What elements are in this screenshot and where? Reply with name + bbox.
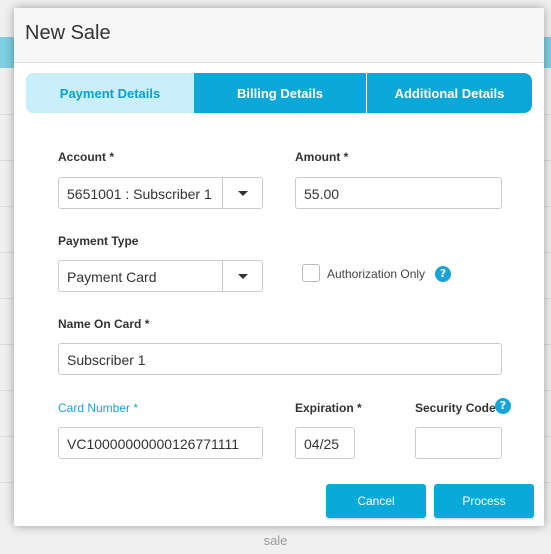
expiration-label: Expiration * [295,401,362,415]
tab-payment-details[interactable]: Payment Details [26,73,194,113]
name-on-card-label: Name On Card * [58,317,150,331]
background-footer: sale [0,528,551,549]
dialog-title: New Sale [25,22,111,44]
amount-input[interactable]: 55.00 [295,177,502,209]
amount-value: 55.00 [304,186,340,202]
tab-billing-details[interactable]: Billing Details [194,73,367,113]
name-on-card-input[interactable]: Subscriber 1 [58,343,502,375]
dialog-header: New Sale [14,8,544,63]
amount-label: Amount * [295,150,349,164]
payment-type-label: Payment Type [58,234,139,248]
payment-type-select[interactable]: Payment Card [58,260,263,292]
help-icon[interactable]: ? [495,398,511,414]
card-number-value: VC10000000000126771111 [67,436,240,452]
security-code-input[interactable] [415,427,502,459]
process-button[interactable]: Process [434,484,534,518]
authorization-only-checkbox[interactable] [302,264,320,282]
expiration-value: 04/25 [304,436,340,452]
select-divider [222,178,223,208]
payment-type-value: Payment Card [67,269,157,285]
chevron-down-icon[interactable] [238,274,248,279]
card-number-input[interactable]: VC10000000000126771111 [58,427,263,459]
chevron-down-icon[interactable] [238,191,248,196]
tab-additional-details[interactable]: Additional Details [367,73,532,113]
authorization-only-label[interactable]: Authorization Only [327,267,425,281]
account-select[interactable]: 5651001 : Subscriber 1 [58,177,263,209]
background-footer-text: sale [263,533,288,548]
tab-bar: Payment Details Billing Details Addition… [26,73,532,113]
account-label: Account * [58,150,115,164]
select-divider [222,261,223,291]
account-value: 5651001 : Subscriber 1 [67,186,212,202]
security-code-label: Security Code [415,401,496,415]
card-number-label: Card Number * [58,401,139,415]
new-sale-dialog: New Sale Payment Details Billing Details… [14,8,544,526]
cancel-button[interactable]: Cancel [326,484,426,518]
name-on-card-value: Subscriber 1 [67,352,146,368]
expiration-input[interactable]: 04/25 [295,427,355,459]
help-icon[interactable]: ? [435,266,451,282]
